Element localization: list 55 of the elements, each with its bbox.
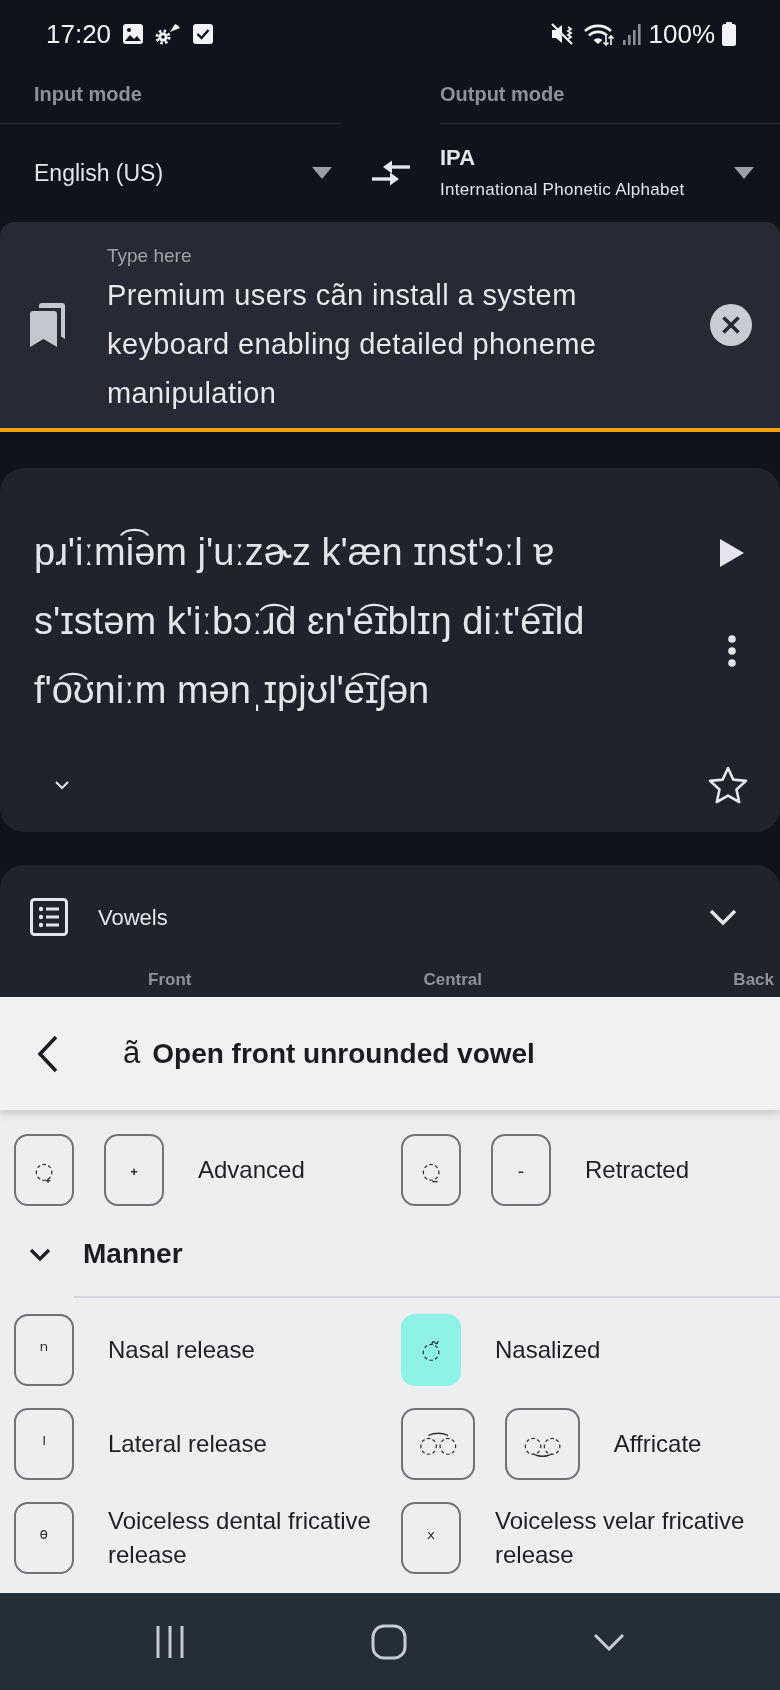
input-text: Premium users cãn install a system keyboard enabling detailed phoneme manipulation [107, 278, 598, 411]
diacritic-key[interactable]: ˗ [491, 1134, 551, 1206]
status-time: 17:20 [46, 20, 112, 47]
input-mode-dropdown[interactable]: English (US) [0, 124, 342, 222]
list-icon [30, 898, 68, 936]
battery-percent: 100% [648, 20, 715, 47]
option-label: Voiceless dental fricative release [108, 1506, 372, 1570]
signal-icon [621, 22, 642, 45]
chevron-down-icon[interactable] [593, 1632, 625, 1651]
diacritic-key[interactable]: ◌̃ [401, 1314, 461, 1386]
transcription-text: pɹ'iːmi͡əm j'uːzɚz k'æn ɪnst'ɔːl ɐ s'ɪstəm k'iːbɔː͡ɹd ɛn'e͡ɪblɪŋ diːt'e͡ɪld f'o͡ʊniːm mənˌɪpjʊl'e͡ɪʃən [34, 518, 684, 725]
option-label: Advanced [198, 1155, 305, 1185]
option-label: Retracted [585, 1155, 690, 1185]
clear-icon[interactable] [710, 304, 752, 346]
gear-wifi-icon [155, 22, 182, 45]
checkbox-icon [192, 22, 215, 45]
dropdown-caret-icon [312, 167, 332, 179]
column-heading: Front [148, 969, 192, 991]
column-heading: Central [423, 969, 482, 991]
diacritic-key[interactable]: ◌͜◌ [505, 1408, 580, 1480]
sheet-title: Open front unrounded vowel [152, 1036, 535, 1071]
option-label: Voiceless velar fricative release [495, 1506, 746, 1570]
home-icon[interactable] [371, 1623, 407, 1660]
chevron-down-icon[interactable] [54, 780, 70, 790]
diacritic-key[interactable]: ◌̟ [14, 1134, 74, 1206]
more-options-icon[interactable] [728, 635, 736, 667]
diacritic-key[interactable]: ◌̠ [401, 1134, 461, 1206]
option-label: Lateral release [108, 1429, 267, 1459]
bookmarks-icon[interactable] [30, 303, 68, 347]
recent-apps-icon[interactable] [155, 1623, 185, 1660]
battery-icon [722, 21, 736, 46]
play-icon[interactable] [720, 539, 744, 567]
panel-title: Vowels [98, 903, 168, 932]
column-heading: Back [733, 969, 774, 991]
diacritic-key[interactable]: ˣ [401, 1502, 461, 1574]
back-chevron-icon[interactable] [37, 1034, 59, 1073]
diacritic-key[interactable]: ˖ [104, 1134, 164, 1206]
option-label: Nasalized [495, 1335, 601, 1365]
mode-label: Input mode [34, 82, 142, 107]
output-mode-dropdown[interactable]: IPA International Phonetic Alphabet [440, 124, 780, 222]
field-label: Type here [107, 244, 193, 268]
chevron-down-icon[interactable] [708, 908, 738, 926]
diacritic-key[interactable]: ◌͡◌ [401, 1408, 476, 1480]
option-label: Affricate [613, 1429, 702, 1459]
text-input-field[interactable]: Type here Premium users cãn install a system keyboard enabling detailed phoneme manipulation [107, 222, 698, 428]
section-header[interactable]: Manner [0, 1222, 780, 1286]
option-label: Nasal release [108, 1335, 255, 1365]
diacritic-key[interactable]: ᶿ [14, 1502, 74, 1574]
mode-label: Output mode [440, 82, 565, 107]
image-icon [122, 22, 145, 45]
star-icon[interactable] [708, 766, 748, 804]
dropdown-caret-icon [734, 167, 754, 179]
diacritic-key[interactable]: ⁿ [14, 1314, 74, 1386]
diacritic-key[interactable]: ˡ [14, 1408, 74, 1480]
symbol-text: ã [123, 1034, 141, 1073]
